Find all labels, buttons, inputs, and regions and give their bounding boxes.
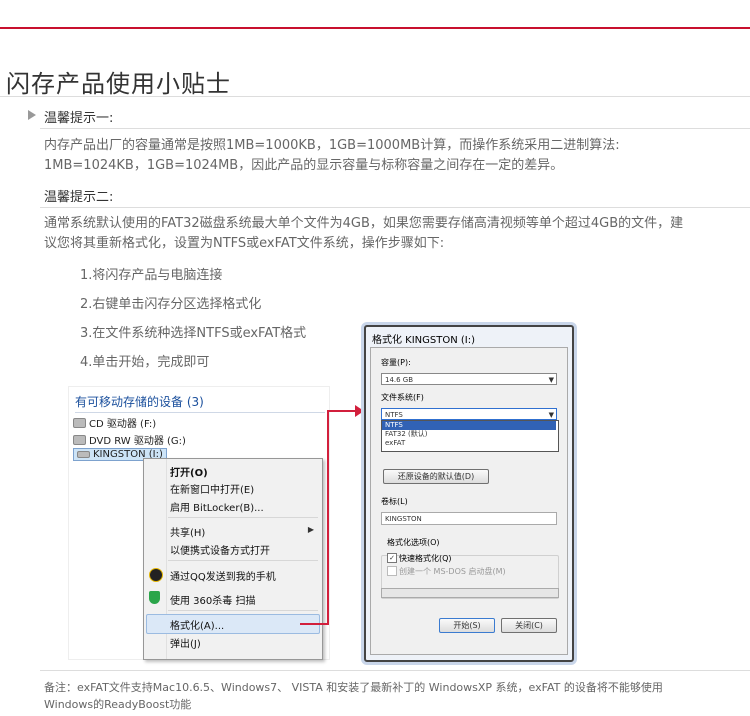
tip1-divider [40, 128, 750, 129]
tip1-line2: 1MB=1024KB，1GB=1024MB，因此产品的显示容量与标称容量之间存在… [44, 158, 564, 173]
menu-item-open-new-window[interactable]: 在新窗口中打开(E) [170, 481, 254, 496]
removable-devices-heading[interactable]: 有可移动存储的设备 (3) [75, 393, 204, 410]
capacity-value: 14.6 GB [385, 376, 414, 384]
top-red-rule [0, 27, 750, 29]
menu-separator [168, 610, 318, 611]
tip2-divider [40, 207, 750, 208]
qq-penguin-icon [149, 568, 163, 582]
dvd-drive-icon [73, 434, 86, 445]
msdos-checkbox[interactable] [387, 566, 397, 576]
triangle-bullet-icon [28, 110, 36, 120]
note-divider [40, 670, 750, 671]
page-title: 闪存产品使用小贴士 [6, 70, 231, 98]
filesystem-label: 文件系统(F) [381, 393, 424, 402]
filesystem-dropdown: NTFS FAT32 (默认) exFAT [381, 420, 559, 452]
format-progress-bar [381, 588, 559, 598]
step-1: 1.将闪存产品与电脑连接 [80, 268, 223, 283]
menu-item-eject[interactable]: 弹出(J) [170, 635, 201, 650]
menu-item-360-scan[interactable]: 使用 360杀毒 扫描 [170, 592, 255, 607]
fs-option-fat32[interactable]: FAT32 (默认) [382, 430, 556, 439]
tip1-heading: 温馨提示一: [44, 111, 114, 126]
context-menu: 打开(O) 在新窗口中打开(E) 启用 BitLocker(B)... 共享(H… [143, 458, 323, 660]
tip2-line2: 议您将其重新格式化，设置为NTFS或exFAT文件系统，操作步骤如下: [44, 236, 445, 251]
note-line2: Windows的ReadyBoost功能 [44, 698, 192, 711]
start-button[interactable]: 开始(S) [439, 618, 495, 633]
connector-line [327, 410, 357, 412]
title-divider [0, 96, 750, 97]
restore-defaults-button[interactable]: 还原设备的默认值(D) [383, 469, 489, 484]
step-2: 2.右键单击闪存分区选择格式化 [80, 297, 262, 312]
menu-item-bitlocker[interactable]: 启用 BitLocker(B)... [170, 499, 264, 514]
drive-label: CD 驱动器 (F:) [89, 419, 157, 430]
capacity-select[interactable]: 14.6 GB ▼ [381, 373, 557, 385]
dialog-body: 容量(P): 14.6 GB ▼ 文件系统(F) NTFS ▼ NTFS FAT… [370, 347, 568, 655]
tip2-line1: 通常系统默认使用的FAT32磁盘系统最大单个文件为4GB，如果您需要存储高清视频… [44, 216, 684, 231]
menu-item-share[interactable]: 共享(H) [170, 524, 205, 539]
drive-dvd[interactable]: DVD RW 驱动器 (G:) [73, 432, 186, 447]
usb-drive-icon [77, 451, 90, 458]
fs-option-exfat[interactable]: exFAT [382, 439, 556, 448]
connector-line [327, 410, 329, 625]
capacity-label: 容量(P): [381, 358, 411, 367]
close-button[interactable]: 关闭(C) [501, 618, 557, 633]
chevron-down-icon: ▼ [548, 376, 554, 384]
filesystem-value: NTFS [385, 411, 403, 419]
heading-divider [75, 412, 325, 413]
tip2-heading: 温馨提示二: [44, 190, 114, 205]
360-shield-icon [149, 591, 160, 604]
quick-format-checkbox[interactable]: ✓ [387, 553, 397, 563]
tip1-line1: 内存产品出厂的容量通常是按照1MB=1000KB，1GB=1000MB计算，而操… [44, 138, 620, 153]
volume-label-field[interactable]: KINGSTON [381, 512, 557, 525]
format-options-label: 格式化选项(O) [387, 538, 440, 547]
menu-item-open[interactable]: 打开(O) [170, 464, 208, 479]
msdos-label: 创建一个 MS-DOS 启动盘(M) [399, 567, 506, 576]
format-dialog: 格式化 KINGSTON (I:) 容量(P): 14.6 GB ▼ 文件系统(… [364, 325, 574, 662]
menu-item-portable-device[interactable]: 以便携式设备方式打开 [170, 542, 270, 557]
cd-drive-icon [73, 417, 86, 428]
dialog-title: 格式化 KINGSTON (I:) [372, 335, 476, 346]
step-4: 4.单击开始，完成即可 [80, 355, 210, 370]
menu-item-format[interactable]: 格式化(A)... [170, 617, 224, 632]
submenu-arrow-icon: ▶ [307, 525, 314, 534]
filesystem-select[interactable]: NTFS ▼ [381, 408, 557, 420]
drive-cd[interactable]: CD 驱动器 (F:) [73, 415, 156, 430]
fs-option-ntfs[interactable]: NTFS [382, 421, 556, 430]
menu-item-send-qq[interactable]: 通过QQ发送到我的手机 [170, 568, 276, 583]
quick-format-label: 快速格式化(Q) [399, 554, 452, 563]
step-3: 3.在文件系统种选择NTFS或exFAT格式 [80, 326, 307, 341]
menu-separator [168, 517, 318, 518]
connector-line [300, 623, 328, 625]
arrow-head-icon [355, 405, 364, 417]
volume-label: 卷标(L) [381, 497, 408, 506]
drive-label: DVD RW 驱动器 (G:) [89, 436, 186, 447]
menu-separator [168, 560, 318, 561]
